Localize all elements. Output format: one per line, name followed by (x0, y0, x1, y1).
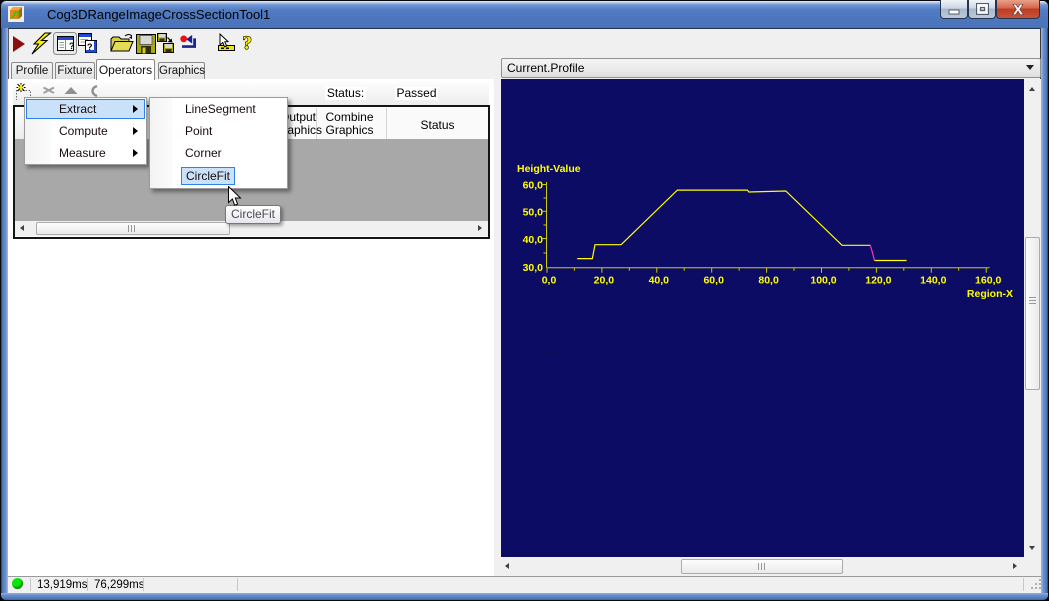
svg-text:100,0: 100,0 (810, 275, 836, 287)
svg-text:?: ? (69, 41, 75, 51)
svg-text:30,0: 30,0 (523, 262, 544, 274)
svg-text:?: ? (87, 42, 93, 52)
svg-text:40,0: 40,0 (649, 275, 670, 287)
svg-text:80,0: 80,0 (758, 275, 779, 287)
svg-text:120,0: 120,0 (865, 275, 891, 287)
svg-text:160,0: 160,0 (975, 275, 1001, 287)
svg-text:Region-X: Region-X (967, 288, 1013, 300)
svg-text:X: X (1013, 2, 1023, 19)
svg-text:40,0: 40,0 (523, 234, 544, 246)
svg-text:50,0: 50,0 (523, 207, 544, 219)
svg-text:0,0: 0,0 (542, 275, 557, 287)
svg-text:60,0: 60,0 (703, 275, 724, 287)
svg-text:140,0: 140,0 (920, 275, 946, 287)
svg-text:60,0: 60,0 (523, 180, 544, 192)
svg-text:Height-Value: Height-Value (517, 163, 581, 175)
svg-text:20,0: 20,0 (594, 275, 615, 287)
svg-text:?: ? (243, 33, 253, 54)
